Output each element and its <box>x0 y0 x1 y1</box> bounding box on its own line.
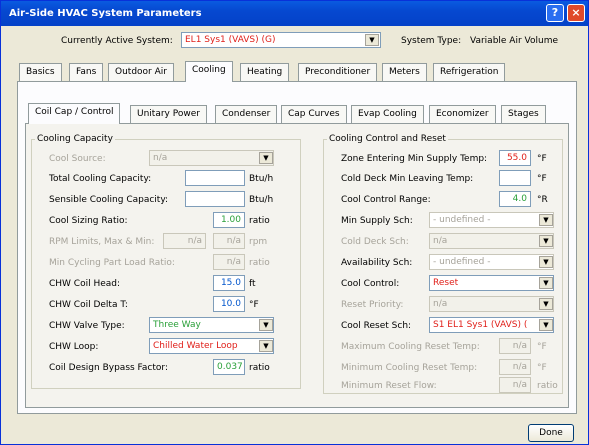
subtab-evap-cooling[interactable]: Evap Cooling <box>351 105 424 124</box>
cool-source-label: Cool Source: <box>49 154 106 164</box>
active-system-label: Currently Active System: <box>61 36 173 46</box>
min-reset-flow-label: Minimum Reset Flow: <box>341 381 437 391</box>
cooling-capacity-title: Cooling Capacity <box>35 134 115 144</box>
tab-fans[interactable]: Fans <box>69 63 104 82</box>
total-cooling-capacity-input[interactable] <box>185 170 245 186</box>
tab-outdoor-air[interactable]: Outdoor Air <box>108 63 174 82</box>
cold-deck-min-input[interactable] <box>499 170 531 186</box>
min-supply-sch-label: Min Supply Sch: <box>341 216 413 226</box>
chevron-down-icon[interactable]: ▼ <box>259 340 273 352</box>
bypass-factor-label: Coil Design Bypass Factor: <box>49 363 168 373</box>
cool-sizing-ratio-label: Cool Sizing Ratio: <box>49 216 128 226</box>
zone-entering-min-unit: °F <box>537 154 547 164</box>
max-reset-temp-unit: °F <box>537 342 547 352</box>
cool-sizing-ratio-input[interactable]: 1.00 <box>213 212 245 228</box>
rpm-max-input[interactable]: n/a <box>163 233 206 249</box>
close-button[interactable]: × <box>567 4 585 22</box>
cold-deck-min-unit: °F <box>537 174 547 184</box>
min-supply-sch-select[interactable]: - undefined - <box>429 212 554 228</box>
chevron-down-icon[interactable]: ▼ <box>539 235 553 247</box>
cool-control-range-input[interactable]: 4.0 <box>499 191 531 207</box>
zone-entering-min-input[interactable]: 55.0 <box>499 150 531 166</box>
title-bar: Air-Side HVAC System Parameters <box>1 1 588 26</box>
chevron-down-icon[interactable]: ▼ <box>539 319 553 331</box>
bypass-factor-input[interactable]: 0.037 <box>213 359 245 375</box>
chw-valve-type-select[interactable]: Three Way <box>149 317 274 333</box>
cold-deck-sch-select[interactable]: n/a <box>429 233 554 249</box>
subtab-economizer[interactable]: Economizer <box>429 105 496 124</box>
system-type-label: System Type: <box>401 36 462 46</box>
min-reset-temp-input[interactable]: n/a <box>499 359 531 375</box>
cool-control-label: Cool Control: <box>341 279 400 289</box>
tab-refrigeration[interactable]: Refrigeration <box>433 63 506 82</box>
subtab-stages[interactable]: Stages <box>501 105 546 124</box>
chevron-down-icon[interactable]: ▼ <box>259 152 273 164</box>
subtab-condenser[interactable]: Condenser <box>215 105 278 124</box>
total-cooling-capacity-unit: Btu/h <box>249 174 274 184</box>
cool-reset-sch-label: Cool Reset Sch: <box>341 321 412 331</box>
min-cycling-label: Min Cycling Part Load Ratio: <box>49 258 175 268</box>
min-reset-temp-label: Minimum Cooling Reset Temp: <box>341 363 478 373</box>
cool-control-range-label: Cool Control Range: <box>341 195 431 205</box>
chw-coil-head-unit: ft <box>249 279 256 289</box>
chw-coil-delta-unit: °F <box>249 300 259 310</box>
min-reset-flow-unit: ratio <box>537 381 558 391</box>
chw-loop-select[interactable]: Chilled Water Loop <box>149 338 274 354</box>
sensible-cooling-capacity-unit: Btu/h <box>249 195 274 205</box>
rpm-unit: rpm <box>249 237 268 247</box>
max-reset-temp-label: Maximum Cooling Reset Temp: <box>341 342 480 352</box>
availability-sch-select[interactable]: - undefined - <box>429 254 554 270</box>
cold-deck-sch-label: Cold Deck Sch: <box>341 237 409 247</box>
chw-coil-head-label: CHW Coil Head: <box>49 279 121 289</box>
min-reset-temp-unit: °F <box>537 363 547 373</box>
chw-loop-label: CHW Loop: <box>49 342 99 352</box>
subtab-coil-cap-control[interactable]: Coil Cap / Control <box>28 103 121 124</box>
system-type-value: Variable Air Volume <box>470 36 558 46</box>
cooling-control-title: Cooling Control and Reset <box>327 134 448 144</box>
cool-reset-sch-select[interactable]: S1 EL1 Sys1 (VAVS) ( <box>429 317 554 333</box>
total-cooling-capacity-label: Total Cooling Capacity: <box>49 174 152 184</box>
chevron-down-icon[interactable]: ▼ <box>539 256 553 268</box>
active-system-select[interactable]: EL1 Sys1 (VAVS) (G) <box>181 32 381 48</box>
tab-preconditioner[interactable]: Preconditioner <box>298 63 378 82</box>
tab-cooling[interactable]: Cooling <box>185 61 233 82</box>
rpm-limits-label: RPM Limits, Max & Min: <box>49 237 155 247</box>
cool-control-select[interactable]: Reset <box>429 275 554 291</box>
subtab-unitary-power[interactable]: Unitary Power <box>130 105 207 124</box>
bypass-factor-unit: ratio <box>249 363 270 373</box>
chw-coil-delta-label: CHW Coil Delta T: <box>49 300 128 310</box>
window-title: Air-Side HVAC System Parameters <box>9 8 202 19</box>
chevron-down-icon[interactable]: ▼ <box>539 277 553 289</box>
chevron-down-icon[interactable]: ▼ <box>539 298 553 310</box>
cold-deck-min-label: Cold Deck Min Leaving Temp: <box>341 174 474 184</box>
chw-valve-type-label: CHW Valve Type: <box>49 321 125 331</box>
chevron-down-icon[interactable]: ▼ <box>539 214 553 226</box>
min-reset-flow-input[interactable]: n/a <box>499 377 531 393</box>
cool-source-select[interactable]: n/a <box>149 150 274 166</box>
min-cycling-unit: ratio <box>249 258 270 268</box>
availability-sch-label: Availability Sch: <box>341 258 413 268</box>
done-button[interactable]: Done <box>528 424 574 442</box>
sensible-cooling-capacity-label: Sensible Cooling Capacity: <box>49 195 169 205</box>
sensible-cooling-capacity-input[interactable] <box>185 191 245 207</box>
cool-sizing-ratio-unit: ratio <box>249 216 270 226</box>
rpm-min-input[interactable]: n/a <box>213 233 245 249</box>
tab-heating[interactable]: Heating <box>240 63 290 82</box>
chevron-down-icon[interactable]: ▼ <box>259 319 273 331</box>
subtab-cap-curves[interactable]: Cap Curves <box>281 105 347 124</box>
zone-entering-min-label: Zone Entering Min Supply Temp: <box>341 154 488 164</box>
dialog-window: Air-Side HVAC System Parameters ? × Curr… <box>0 0 589 445</box>
tab-meters[interactable]: Meters <box>382 63 427 82</box>
chw-coil-head-input[interactable]: 15.0 <box>213 275 245 291</box>
reset-priority-select[interactable]: n/a <box>429 296 554 312</box>
reset-priority-label: Reset Priority: <box>341 300 404 310</box>
chevron-down-icon[interactable]: ▼ <box>365 34 379 46</box>
max-reset-temp-input[interactable]: n/a <box>499 338 531 354</box>
tab-basics[interactable]: Basics <box>19 63 62 82</box>
chw-coil-delta-input[interactable]: 10.0 <box>213 296 245 312</box>
help-button[interactable]: ? <box>546 4 564 22</box>
min-cycling-input[interactable]: n/a <box>213 254 245 270</box>
cool-control-range-unit: °R <box>537 195 548 205</box>
